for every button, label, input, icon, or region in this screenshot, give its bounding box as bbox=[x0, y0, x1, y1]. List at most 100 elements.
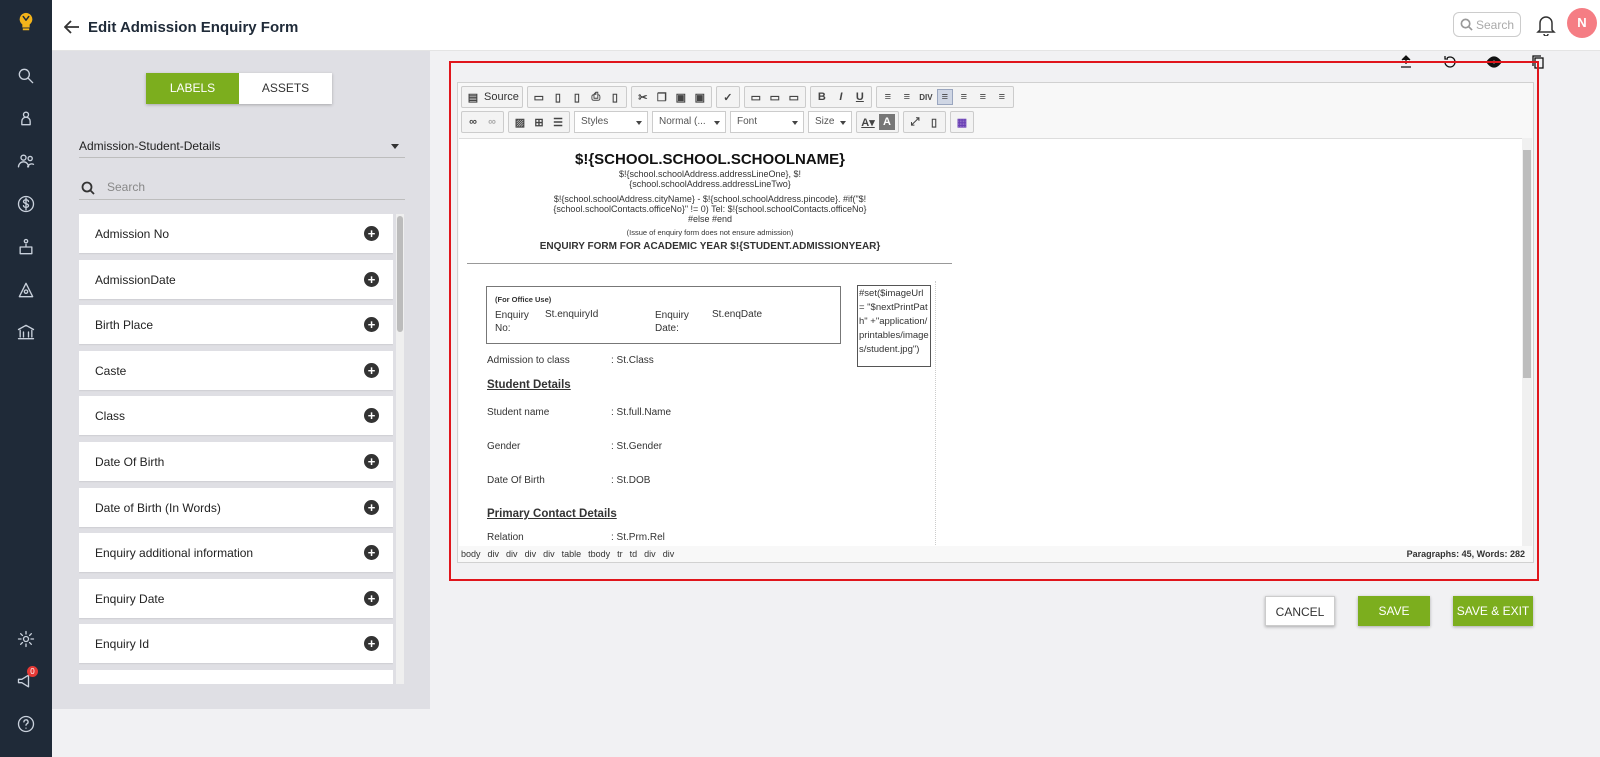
add-icon[interactable]: + bbox=[364, 271, 379, 287]
styles-select[interactable]: Styles bbox=[574, 111, 648, 133]
underline-icon[interactable]: U bbox=[852, 89, 868, 105]
category-dropdown[interactable]: Admission-Student-Details bbox=[79, 136, 405, 158]
label-search-input[interactable]: Search bbox=[79, 176, 405, 200]
path-item[interactable]: div bbox=[506, 549, 518, 559]
scroll-thumb[interactable] bbox=[1523, 150, 1531, 378]
grid-icon[interactable]: ▦ bbox=[954, 114, 970, 130]
path-item[interactable]: td bbox=[630, 549, 638, 559]
path-item[interactable]: tr bbox=[617, 549, 623, 559]
list-item[interactable]: Enquiry additional information + bbox=[79, 533, 393, 573]
people-icon[interactable] bbox=[14, 149, 38, 173]
path-item[interactable]: tbody bbox=[588, 549, 610, 559]
avatar[interactable]: N bbox=[1567, 8, 1597, 38]
path-item[interactable]: table bbox=[562, 549, 582, 559]
print-icon[interactable]: ⎙ bbox=[588, 89, 604, 105]
dob-value: : St.DOB bbox=[611, 475, 651, 486]
size-select[interactable]: Size bbox=[808, 111, 852, 133]
templates-icon[interactable]: ▯ bbox=[607, 89, 623, 105]
align-right-icon[interactable]: ≡ bbox=[975, 89, 991, 105]
path-item[interactable]: div bbox=[644, 549, 656, 559]
institution-icon[interactable] bbox=[14, 320, 38, 344]
editor-scrollbar[interactable] bbox=[1522, 138, 1532, 546]
text-color-icon[interactable]: A▾ bbox=[860, 114, 876, 130]
maximize-icon[interactable]: ⤢ bbox=[907, 114, 923, 130]
numbered-list-icon[interactable]: ≡ bbox=[880, 89, 896, 105]
save-doc-icon[interactable]: ▭ bbox=[531, 89, 547, 105]
add-icon[interactable]: + bbox=[364, 590, 379, 606]
horizontal-rule-icon[interactable]: ☰ bbox=[550, 114, 566, 130]
image-icon[interactable]: ▨ bbox=[512, 114, 528, 130]
div-icon[interactable]: DIV bbox=[918, 89, 934, 105]
settings-icon[interactable] bbox=[14, 627, 38, 651]
tab-assets[interactable]: ASSETS bbox=[239, 73, 332, 104]
justify-icon[interactable]: ≡ bbox=[994, 89, 1010, 105]
cancel-button[interactable]: CANCEL bbox=[1265, 596, 1335, 626]
app-logo-icon[interactable] bbox=[14, 10, 38, 34]
path-item[interactable]: div bbox=[525, 549, 537, 559]
list-item[interactable]: Enquiry Id + bbox=[79, 624, 393, 664]
finance-icon[interactable] bbox=[14, 192, 38, 216]
add-icon[interactable]: + bbox=[364, 362, 379, 378]
link-icon[interactable]: ∞ bbox=[465, 114, 481, 130]
save-exit-button[interactable]: SAVE & EXIT bbox=[1453, 596, 1533, 626]
source-button[interactable]: Source bbox=[484, 91, 519, 103]
list-item[interactable]: Date Of Birth + bbox=[79, 441, 393, 481]
bold-icon[interactable]: B bbox=[814, 89, 830, 105]
cut-icon[interactable]: ✂ bbox=[635, 89, 651, 105]
add-icon[interactable]: + bbox=[364, 226, 379, 241]
bullet-list-icon[interactable]: ≡ bbox=[899, 89, 915, 105]
toolbar-row-1: ▤ Source ▭ ▯ ▯ ⎙ ▯ ✂ ❐ ▣ ▣ ✓ ▭ ▭ ▭ BIU ≡ ≡ DIV ≡ ≡ ≡ ≡ bbox=[461, 86, 1014, 108]
back-arrow-icon[interactable] bbox=[64, 20, 80, 34]
font-select[interactable]: Font bbox=[730, 111, 804, 133]
add-icon[interactable]: + bbox=[364, 453, 379, 469]
source-icon[interactable]: ▤ bbox=[465, 89, 481, 105]
staff-icon[interactable] bbox=[14, 235, 38, 259]
list-item[interactable]: Date of Birth (In Words) + bbox=[79, 487, 393, 527]
show-blocks-icon[interactable]: ▯ bbox=[926, 114, 942, 130]
background-color-icon[interactable]: A bbox=[879, 114, 895, 130]
document-body[interactable]: $!{SCHOOL.SCHOOL.SCHOOLNAME} $!{school.s… bbox=[459, 138, 1523, 546]
align-center-icon[interactable]: ≡ bbox=[956, 89, 972, 105]
announcement-icon[interactable]: 0 bbox=[14, 666, 38, 693]
bell-icon[interactable] bbox=[1536, 14, 1556, 36]
scroll-thumb[interactable] bbox=[397, 216, 403, 332]
add-icon[interactable]: + bbox=[364, 545, 379, 561]
list-item[interactable]: Admission No + bbox=[79, 214, 393, 253]
spellcheck-icon[interactable]: ✓ bbox=[720, 89, 736, 105]
italic-icon[interactable]: I bbox=[833, 89, 849, 105]
student-icon[interactable] bbox=[14, 106, 38, 130]
add-icon[interactable]: + bbox=[364, 499, 379, 515]
align-left-icon[interactable]: ≡ bbox=[936, 89, 953, 105]
format-select[interactable]: Normal (... bbox=[652, 111, 726, 133]
path-item[interactable]: div bbox=[488, 549, 500, 559]
copy-doc-icon[interactable]: ❐ bbox=[654, 89, 670, 105]
list-item[interactable] bbox=[79, 669, 393, 684]
form-icon[interactable]: ▭ bbox=[748, 89, 764, 105]
list-item[interactable]: Enquiry Date + bbox=[79, 578, 393, 618]
add-icon[interactable]: + bbox=[364, 408, 379, 424]
new-page-icon[interactable]: ▯ bbox=[550, 89, 566, 105]
unlink-icon[interactable]: ∞ bbox=[484, 114, 500, 130]
paste-icon[interactable]: ▣ bbox=[673, 89, 689, 105]
tab-labels[interactable]: LABELS bbox=[146, 73, 239, 104]
add-icon[interactable]: + bbox=[364, 636, 379, 652]
save-button[interactable]: SAVE bbox=[1358, 596, 1430, 626]
list-item[interactable]: AdmissionDate + bbox=[79, 259, 393, 299]
textfield-icon[interactable]: ▭ bbox=[767, 89, 783, 105]
path-item[interactable]: div bbox=[663, 549, 675, 559]
path-item[interactable]: body bbox=[461, 549, 481, 559]
add-icon[interactable]: + bbox=[364, 317, 379, 333]
preview-icon[interactable]: ▯ bbox=[569, 89, 585, 105]
table-icon[interactable]: ⊞ bbox=[531, 114, 547, 130]
search-icon[interactable] bbox=[14, 64, 38, 88]
help-icon[interactable] bbox=[14, 712, 38, 736]
list-item[interactable]: Birth Place + bbox=[79, 305, 393, 345]
list-scrollbar[interactable] bbox=[396, 214, 404, 684]
list-item[interactable]: Class + bbox=[79, 396, 393, 436]
path-item[interactable]: div bbox=[543, 549, 555, 559]
list-item[interactable]: Caste + bbox=[79, 350, 393, 390]
global-search[interactable]: Search bbox=[1453, 12, 1521, 37]
image-button-icon[interactable]: ▭ bbox=[786, 89, 802, 105]
communication-icon[interactable] bbox=[14, 278, 38, 302]
paste-text-icon[interactable]: ▣ bbox=[692, 89, 708, 105]
